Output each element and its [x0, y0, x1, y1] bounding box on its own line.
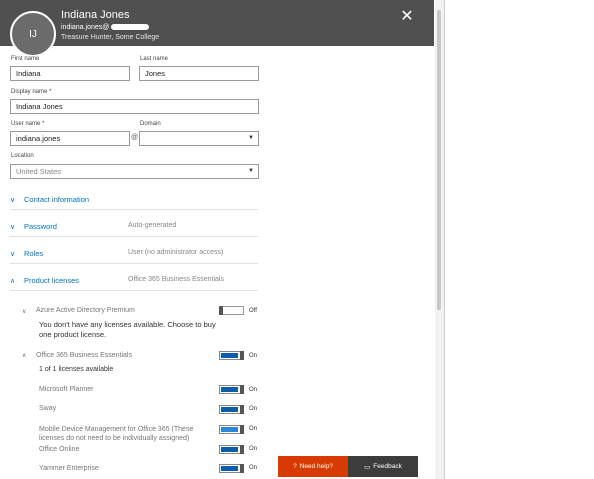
user-email-text: indiana.jones@ — [61, 24, 110, 31]
display-name-label: Display name * — [11, 89, 52, 95]
service-item-name: Yammer Enterprise — [39, 465, 99, 472]
license-o365-name: Office 365 Business Essentials — [36, 352, 132, 359]
chevron-down-icon: ▼ — [248, 135, 254, 141]
domain-label: Domain — [140, 121, 161, 127]
license-o365-toggle[interactable] — [219, 351, 244, 360]
service-item-toggle[interactable] — [219, 445, 244, 454]
edit-user-panel: IJ Indiana Jones indiana.jones@ Treasure… — [0, 0, 445, 479]
chevron-down-icon: ∨ — [10, 224, 16, 231]
toggle-fill — [221, 353, 238, 358]
chevron-down-icon[interactable]: ∨ — [22, 308, 26, 315]
service-item-name: Office Online — [39, 446, 80, 453]
feedback-label: Feedback — [373, 463, 402, 470]
service-item-toggle[interactable] — [219, 385, 244, 394]
service-item-toggle[interactable] — [219, 464, 244, 473]
user-name-value: indiana.jones — [16, 134, 61, 143]
license-azure-message: You don't have any licenses available. C… — [39, 320, 216, 339]
section-title[interactable]: Password — [24, 222, 57, 231]
section-value: Office 365 Business Essentials — [128, 276, 224, 283]
display-name-field[interactable]: Indiana Jones — [10, 99, 259, 114]
service-item-state: On — [249, 406, 258, 412]
user-name-label: User name * — [11, 121, 45, 127]
first-name-label: First name — [11, 56, 40, 62]
location-value: United States — [16, 167, 62, 176]
toggle-fill — [221, 427, 238, 432]
at-sign: @ — [131, 134, 139, 141]
service-item-toggle[interactable] — [219, 425, 244, 434]
service-item-name: Sway — [39, 405, 57, 412]
toggle-fill — [221, 407, 238, 412]
chevron-up-icon[interactable]: ∧ — [22, 352, 26, 359]
service-item-toggle[interactable] — [219, 405, 244, 414]
location-label: Location — [11, 153, 34, 159]
section-title[interactable]: Product licenses — [24, 276, 79, 285]
section-password[interactable]: ∨ Password Auto-generated — [10, 218, 258, 237]
help-icon: ? — [293, 463, 297, 470]
toggle-knob — [240, 385, 244, 394]
toggle-fill — [221, 387, 238, 392]
license-o365-available: 1 of 1 licenses available — [39, 366, 114, 373]
panel-header: IJ Indiana Jones indiana.jones@ Treasure… — [0, 0, 434, 57]
license-azure-name: Azure Active Directory Premium — [36, 307, 135, 314]
location-select[interactable]: United States ▼ — [10, 164, 259, 179]
user-display-name: Indiana Jones — [61, 9, 130, 21]
section-title[interactable]: Roles — [24, 249, 43, 258]
display-name-value: Indiana Jones — [16, 102, 63, 111]
user-name-field[interactable]: indiana.jones — [10, 131, 130, 146]
need-help-button[interactable]: ? Need help? — [278, 456, 348, 477]
toggle-knob — [240, 445, 244, 454]
first-name-field[interactable]: Indiana — [10, 66, 130, 81]
section-value: User (no administrator access) — [128, 249, 224, 256]
license-azure-state: Off — [249, 308, 257, 314]
section-roles[interactable]: ∨ Roles User (no administrator access) — [10, 245, 258, 264]
feedback-button[interactable]: ▭ Feedback — [348, 456, 418, 477]
toggle-knob — [240, 405, 244, 414]
service-item-name: Mobile Device Management for Office 365 … — [39, 426, 194, 442]
chat-bubble-icon: ▭ — [364, 463, 371, 471]
toggle-knob — [240, 425, 244, 434]
toggle-knob — [219, 306, 223, 315]
service-item-state: On — [249, 465, 258, 471]
section-value: Auto-generated — [128, 222, 177, 229]
last-name-label: Last name — [140, 56, 169, 62]
last-name-field[interactable]: Jones — [139, 66, 259, 81]
avatar: IJ — [10, 11, 56, 57]
service-item-state: On — [249, 446, 258, 452]
chevron-down-icon: ∨ — [10, 251, 16, 258]
toggle-fill — [221, 466, 238, 471]
avatar-initials: IJ — [29, 28, 37, 40]
domain-select[interactable]: ▼ — [139, 131, 259, 146]
chevron-down-icon: ▼ — [248, 168, 254, 174]
toggle-fill — [221, 447, 238, 452]
last-name-value: Jones — [145, 69, 166, 78]
chevron-down-icon: ∨ — [10, 197, 16, 204]
license-azure-toggle[interactable] — [219, 306, 244, 315]
need-help-label: Need help? — [299, 463, 333, 470]
section-title[interactable]: Contact information — [24, 195, 89, 204]
service-item-name: Microsoft Planner — [39, 386, 94, 393]
toggle-knob — [240, 464, 244, 473]
license-o365-state: On — [249, 353, 258, 359]
service-item-state: On — [249, 387, 258, 393]
toggle-knob — [240, 351, 244, 360]
first-name-value: Indiana — [16, 69, 41, 78]
section-contact-information[interactable]: ∨ Contact information — [10, 191, 258, 210]
close-icon[interactable]: ✕ — [398, 8, 416, 26]
scrollbar-thumb[interactable] — [437, 10, 441, 310]
redacted-mark — [111, 24, 150, 31]
user-subtitle: Treasure Hunter, Some College — [61, 34, 160, 41]
chevron-up-icon: ∧ — [10, 278, 16, 285]
section-product-licenses[interactable]: ∧ Product licenses Office 365 Business E… — [10, 272, 258, 291]
service-item-state: On — [249, 426, 258, 432]
user-email: indiana.jones@ — [61, 24, 150, 31]
